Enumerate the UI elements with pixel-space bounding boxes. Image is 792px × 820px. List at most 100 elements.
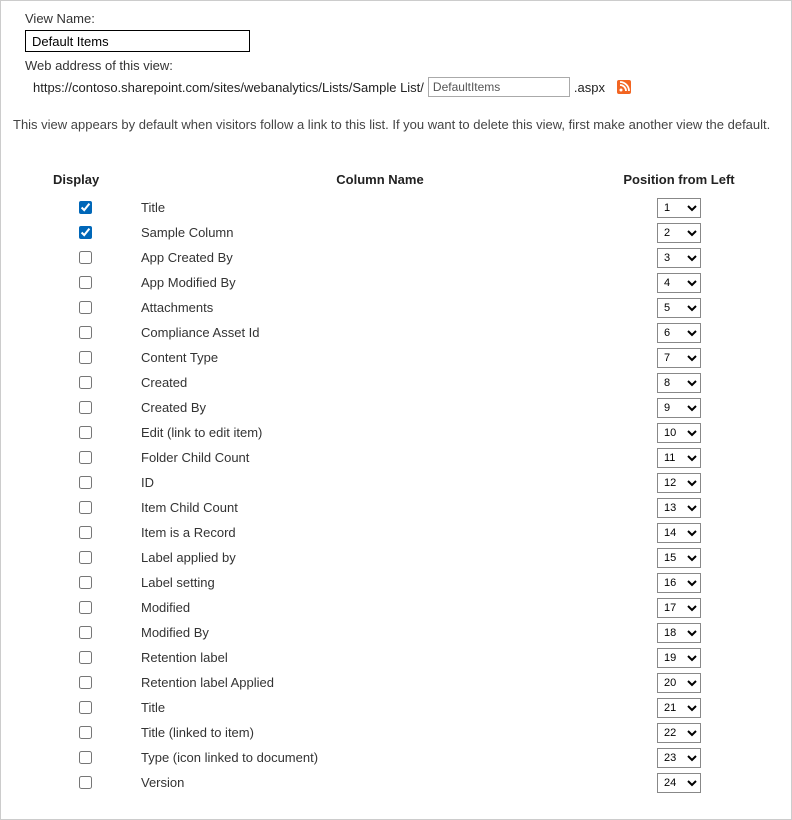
column-row: Modified By 12345678910111213141516171819… <box>53 620 739 645</box>
column-name-label: ID <box>141 475 619 490</box>
column-display-checkbox[interactable] <box>79 426 92 439</box>
column-display-checkbox[interactable] <box>79 301 92 314</box>
column-position-select[interactable]: 123456789101112131415161718192021222324 <box>657 273 701 293</box>
column-display-checkbox[interactable] <box>79 401 92 414</box>
column-row: Version 123456789101112131415161718192021… <box>53 770 739 795</box>
web-address-url-suffix: .aspx <box>574 80 605 95</box>
column-row: Folder Child Count 1234567891011121314151… <box>53 445 739 470</box>
column-name-label: Folder Child Count <box>141 450 619 465</box>
column-display-checkbox[interactable] <box>79 351 92 364</box>
column-name-label: Compliance Asset Id <box>141 325 619 340</box>
column-position-select[interactable]: 123456789101112131415161718192021222324 <box>657 773 701 793</box>
column-row: Sample Column 123456789101112131415161718… <box>53 220 739 245</box>
column-display-checkbox[interactable] <box>79 376 92 389</box>
column-position-select[interactable]: 123456789101112131415161718192021222324 <box>657 298 701 318</box>
column-row: Title (linked to item) 123456789101112131… <box>53 720 739 745</box>
column-row: Type (icon linked to document) 1234567891… <box>53 745 739 770</box>
column-name-label: Title (linked to item) <box>141 725 619 740</box>
column-position-select[interactable]: 123456789101112131415161718192021222324 <box>657 598 701 618</box>
column-position-select[interactable]: 123456789101112131415161718192021222324 <box>657 648 701 668</box>
view-name-input[interactable] <box>25 30 250 52</box>
column-name-label: Item Child Count <box>141 500 619 515</box>
rss-icon[interactable] <box>617 80 631 94</box>
web-address-label: Web address of this view: <box>25 58 779 73</box>
column-position-select[interactable]: 123456789101112131415161718192021222324 <box>657 723 701 743</box>
column-row: Modified 12345678910111213141516171819202… <box>53 595 739 620</box>
column-name-label: Label applied by <box>141 550 619 565</box>
column-display-checkbox[interactable] <box>79 776 92 789</box>
column-row: Label setting 123456789101112131415161718… <box>53 570 739 595</box>
column-display-checkbox[interactable] <box>79 476 92 489</box>
default-view-info: This view appears by default when visito… <box>13 117 779 132</box>
column-row: Label applied by 123456789101112131415161… <box>53 545 739 570</box>
column-position-select[interactable]: 123456789101112131415161718192021222324 <box>657 698 701 718</box>
column-display-checkbox[interactable] <box>79 726 92 739</box>
web-address-slug-input[interactable] <box>428 77 570 97</box>
column-display-checkbox[interactable] <box>79 551 92 564</box>
column-display-checkbox[interactable] <box>79 501 92 514</box>
column-position-select[interactable]: 123456789101112131415161718192021222324 <box>657 673 701 693</box>
column-row: Retention label Applied 12345678910111213… <box>53 670 739 695</box>
column-name-label: Sample Column <box>141 225 619 240</box>
column-display-checkbox[interactable] <box>79 201 92 214</box>
column-position-select[interactable]: 123456789101112131415161718192021222324 <box>657 573 701 593</box>
column-display-checkbox[interactable] <box>79 626 92 639</box>
column-name-label: App Created By <box>141 250 619 265</box>
column-name-label: Modified <box>141 600 619 615</box>
header-column-name: Column Name <box>141 172 619 187</box>
column-position-select[interactable]: 123456789101112131415161718192021222324 <box>657 748 701 768</box>
column-display-checkbox[interactable] <box>79 226 92 239</box>
header-position: Position from Left <box>619 172 739 187</box>
column-position-select[interactable]: 123456789101112131415161718192021222324 <box>657 423 701 443</box>
column-name-label: Edit (link to edit item) <box>141 425 619 440</box>
column-row: Title 12345678910111213141516171819202122… <box>53 695 739 720</box>
column-position-select[interactable]: 123456789101112131415161718192021222324 <box>657 448 701 468</box>
header-display: Display <box>53 172 141 187</box>
column-display-checkbox[interactable] <box>79 326 92 339</box>
view-name-label: View Name: <box>25 11 779 26</box>
column-name-label: Retention label Applied <box>141 675 619 690</box>
column-name-label: Created By <box>141 400 619 415</box>
column-display-checkbox[interactable] <box>79 601 92 614</box>
column-position-select[interactable]: 123456789101112131415161718192021222324 <box>657 323 701 343</box>
column-name-label: Item is a Record <box>141 525 619 540</box>
column-display-checkbox[interactable] <box>79 526 92 539</box>
column-position-select[interactable]: 123456789101112131415161718192021222324 <box>657 198 701 218</box>
column-name-label: Type (icon linked to document) <box>141 750 619 765</box>
column-display-checkbox[interactable] <box>79 576 92 589</box>
column-row: Content Type1234567891011121314151617181… <box>53 345 739 370</box>
column-display-checkbox[interactable] <box>79 676 92 689</box>
column-row: App Modified By1234567891011121314151617… <box>53 270 739 295</box>
column-display-checkbox[interactable] <box>79 251 92 264</box>
column-row: Item Child Count 123456789101112131415161… <box>53 495 739 520</box>
column-row: Compliance Asset Id 123456789101112131415… <box>53 320 739 345</box>
column-position-select[interactable]: 123456789101112131415161718192021222324 <box>657 373 701 393</box>
column-display-checkbox[interactable] <box>79 276 92 289</box>
column-row: Created123456789101112131415161718192021… <box>53 370 739 395</box>
column-position-select[interactable]: 123456789101112131415161718192021222324 <box>657 498 701 518</box>
column-row: Created By 123456789101112131415161718192… <box>53 395 739 420</box>
column-position-select[interactable]: 123456789101112131415161718192021222324 <box>657 623 701 643</box>
column-name-label: Title <box>141 700 619 715</box>
column-name-label: Modified By <box>141 625 619 640</box>
column-row: ID 12345678910111213141516171819202122232… <box>53 470 739 495</box>
column-name-label: Label setting <box>141 575 619 590</box>
column-position-select[interactable]: 123456789101112131415161718192021222324 <box>657 523 701 543</box>
column-position-select[interactable]: 123456789101112131415161718192021222324 <box>657 398 701 418</box>
column-row: Title 12345678910111213141516171819202122… <box>53 195 739 220</box>
column-display-checkbox[interactable] <box>79 751 92 764</box>
column-row: Attachments 12345678910111213141516171819… <box>53 295 739 320</box>
column-position-select[interactable]: 123456789101112131415161718192021222324 <box>657 223 701 243</box>
column-display-checkbox[interactable] <box>79 451 92 464</box>
column-position-select[interactable]: 123456789101112131415161718192021222324 <box>657 548 701 568</box>
column-display-checkbox[interactable] <box>79 651 92 664</box>
column-row: Item is a Record 123456789101112131415161… <box>53 520 739 545</box>
column-name-label: Attachments <box>141 300 619 315</box>
column-display-checkbox[interactable] <box>79 701 92 714</box>
column-position-select[interactable]: 123456789101112131415161718192021222324 <box>657 248 701 268</box>
column-position-select[interactable]: 123456789101112131415161718192021222324 <box>657 348 701 368</box>
column-name-label: Title <box>141 200 619 215</box>
column-position-select[interactable]: 123456789101112131415161718192021222324 <box>657 473 701 493</box>
column-name-label: Version <box>141 775 619 790</box>
web-address-url-prefix: https://contoso.sharepoint.com/sites/web… <box>33 80 424 95</box>
